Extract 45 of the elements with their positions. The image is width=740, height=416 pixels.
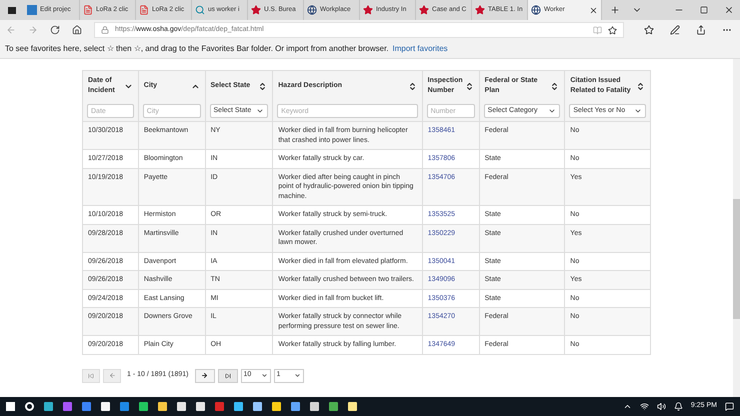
show-hidden-icons-icon[interactable] xyxy=(622,402,632,411)
scrollbar[interactable] xyxy=(733,59,740,397)
favorite-icon[interactable] xyxy=(608,26,617,34)
volume-icon[interactable] xyxy=(656,402,666,411)
wifi-icon[interactable] xyxy=(640,402,649,411)
windows-start-icon[interactable] xyxy=(6,402,15,411)
notification-icon[interactable] xyxy=(674,402,683,411)
last-page-icon xyxy=(224,372,230,378)
import-favorites-link[interactable]: Import favorites xyxy=(392,43,448,55)
new-tab-icon[interactable] xyxy=(610,5,620,15)
favorites-message: To see favorites here, select ☆ then ☆, and drag to the Favorites Bar folder. Or import from another browser. xyxy=(5,43,389,55)
dropdown-caret-icon xyxy=(256,107,264,115)
dropdown-caret-icon xyxy=(260,372,268,379)
refresh-icon[interactable] xyxy=(50,25,60,35)
sort-icon[interactable] xyxy=(464,82,474,90)
dropdown-caret-icon xyxy=(294,372,300,379)
star-icon xyxy=(363,5,373,15)
lock-icon xyxy=(101,26,109,34)
close-tab-icon[interactable] xyxy=(589,6,598,14)
star-icon xyxy=(251,5,261,15)
arrow-left-icon xyxy=(108,372,116,379)
sort-icon[interactable] xyxy=(550,82,560,90)
share-icon[interactable] xyxy=(696,25,706,35)
sort-icon[interactable] xyxy=(408,82,417,90)
arrow-right-icon xyxy=(201,372,208,379)
dropdown-caret-icon xyxy=(548,107,556,115)
pen-icon[interactable] xyxy=(670,25,680,35)
sort-icon[interactable] xyxy=(636,82,645,90)
globe-icon xyxy=(531,5,541,15)
dropdown-caret-icon xyxy=(634,107,642,115)
sort-icon[interactable] xyxy=(258,82,268,90)
scrollbar-thumb[interactable] xyxy=(733,199,740,319)
tab-manager-icon[interactable] xyxy=(8,6,16,14)
last-page-button[interactable] xyxy=(218,368,238,382)
restore-icon[interactable] xyxy=(700,6,708,14)
star-icon xyxy=(475,5,485,15)
favorites-icon[interactable] xyxy=(644,25,654,35)
next-page-button[interactable] xyxy=(194,368,214,382)
action-center-icon[interactable] xyxy=(725,402,734,411)
close-icon[interactable] xyxy=(724,5,734,15)
star-icon xyxy=(419,5,429,15)
first-page-icon xyxy=(88,372,94,378)
globe-icon xyxy=(307,5,317,15)
home-icon[interactable] xyxy=(72,25,82,35)
search-icon xyxy=(195,5,205,15)
